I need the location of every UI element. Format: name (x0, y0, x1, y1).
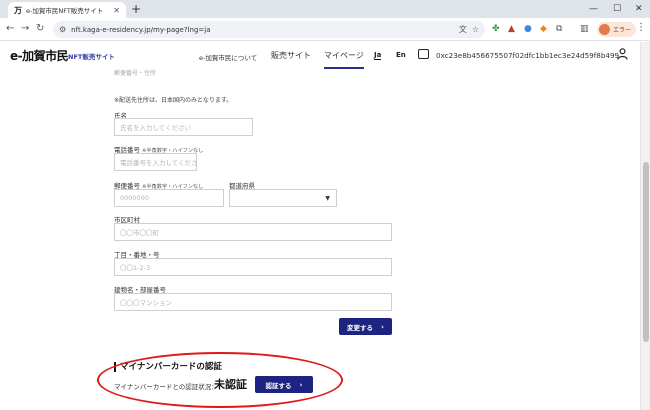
new-tab-button[interactable]: + (131, 2, 141, 16)
address-form: 郵便番号・住所 ※配送先住所は、日本国内のみとなります。 氏名 氏名を入力してく… (0, 68, 640, 410)
nav-mypage[interactable]: マイページ (324, 50, 364, 69)
profile-avatar (599, 24, 610, 35)
site-info-icon[interactable]: ⚙ (59, 25, 66, 34)
site-header: e-加賀市民 NFT販売サイト e-加賀市民について 販売サイト マイページ J… (0, 42, 640, 69)
browser-toolbar: ← → ↻ ⚙ nft.kaga-e-residency.jp/my-page?… (0, 18, 650, 41)
forward-arrow-icon[interactable]: → (21, 22, 29, 36)
prefecture-select[interactable]: ▼ (229, 189, 337, 207)
update-button-label: 変更する (347, 323, 374, 332)
close-window-button[interactable]: ✕ (635, 2, 643, 16)
address-bar[interactable]: ⚙ nft.kaga-e-residency.jp/my-page?lng=ja… (53, 21, 485, 38)
side-panel-icon[interactable]: ▥ (580, 23, 589, 35)
page-scrollbar[interactable] (640, 42, 650, 410)
city-input[interactable]: 〇〇市〇〇町 (114, 223, 392, 241)
browser-tab[interactable]: 万 e-加賀市民NFT販売サイト ✕ (8, 2, 126, 18)
browser-menu-icon[interactable]: ⋮ (636, 22, 646, 33)
building-input[interactable]: 〇〇〇マンション (114, 293, 392, 311)
lang-en[interactable]: En (396, 51, 406, 59)
minimize-window-button[interactable]: — (589, 2, 598, 16)
site-logo[interactable]: e-加賀市民 (10, 47, 69, 64)
extension-dot-icon[interactable]: ● (524, 23, 532, 35)
metamask-fox-icon[interactable]: ◆ (540, 23, 547, 35)
chevron-down-icon: ▼ (325, 195, 330, 202)
wallet-icon (418, 49, 429, 59)
extension-leaf-icon[interactable]: ✤ (492, 23, 500, 35)
reload-icon[interactable]: ↻ (36, 22, 44, 36)
shipping-note: ※配送先住所は、日本国内のみとなります。 (114, 97, 233, 104)
site-favicon-icon: 万 (14, 5, 22, 15)
nav-about[interactable]: e-加賀市民について (199, 52, 257, 62)
tab-title: e-加賀市民NFT販売サイト (26, 7, 104, 15)
user-icon[interactable] (617, 48, 628, 60)
annotation-highlight-ellipse (97, 352, 343, 408)
street-input[interactable]: 〇〇1-2-3 (114, 258, 392, 276)
nav-shop[interactable]: 販売サイト (271, 50, 311, 61)
profile-button[interactable]: エラー (597, 22, 637, 37)
faded-section-heading: 郵便番号・住所 (114, 70, 157, 77)
postal-input[interactable]: 0000000 (114, 189, 224, 207)
name-input[interactable]: 氏名を入力してください (114, 118, 253, 136)
extensions-puzzle-icon[interactable]: ⧉ (556, 23, 562, 35)
wallet-address[interactable]: 0xc23e8b456675507f02dfc1bb1ec3e24d59f8b4… (436, 51, 619, 60)
update-button[interactable]: 変更する › (339, 318, 392, 335)
close-tab-icon[interactable]: ✕ (113, 6, 120, 15)
scrollbar-thumb[interactable] (643, 162, 649, 342)
extension-shield-icon[interactable]: ▲ (508, 23, 515, 35)
bookmark-star-icon[interactable]: ☆ (472, 25, 479, 34)
maximize-window-button[interactable]: ☐ (613, 2, 621, 16)
chevron-right-icon: › (381, 322, 384, 331)
profile-label: エラー (613, 27, 632, 34)
lang-ja[interactable]: Ja (374, 51, 382, 60)
site-logo-subtitle: NFT販売サイト (68, 53, 115, 61)
phone-input[interactable]: 電話番号を入力してください (114, 153, 197, 171)
translate-icon[interactable]: 文 (459, 24, 467, 35)
browser-tabstrip: 万 e-加賀市民NFT販売サイト ✕ + — ☐ ✕ (0, 0, 650, 18)
back-arrow-icon[interactable]: ← (6, 22, 14, 36)
url-text[interactable]: nft.kaga-e-residency.jp/my-page?lng=ja (71, 26, 454, 34)
